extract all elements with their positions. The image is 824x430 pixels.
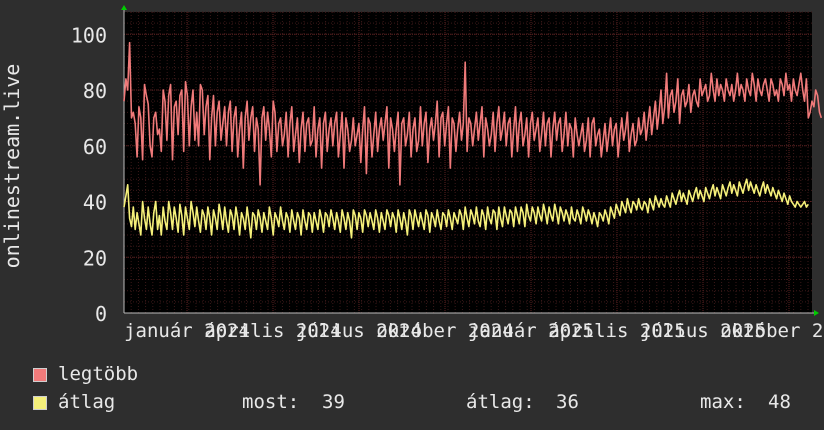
x-axis-arrow	[814, 310, 819, 316]
y-tick-label: 0	[95, 302, 107, 326]
y-tick-label: 40	[83, 191, 107, 215]
y-tick-label: 80	[83, 79, 107, 103]
chart-svg: 020406080100január 2024április 2024júliu…	[0, 5, 824, 342]
y-axis-title: onlinestream.live	[0, 64, 24, 269]
y-tick-label: 60	[83, 135, 107, 159]
y-tick-label: 100	[71, 23, 107, 47]
plot-area	[124, 12, 812, 313]
x-tick-label: október 2025	[720, 320, 824, 342]
y-axis-arrow	[121, 5, 127, 10]
y-tick-label: 20	[83, 246, 107, 270]
